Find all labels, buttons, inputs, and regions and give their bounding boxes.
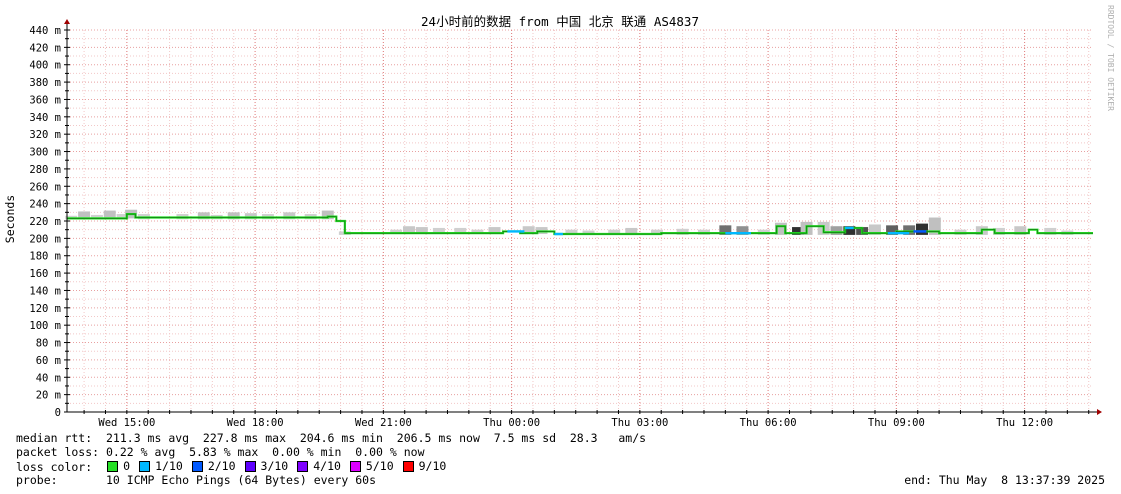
y-tick-label: 100 m (29, 320, 61, 332)
legend-item: 5/10 (349, 459, 394, 473)
probe-info: probe: 10 ICMP Echo Pings (64 Bytes) eve… (16, 473, 377, 487)
y-tick-label: 240 m (29, 199, 61, 211)
x-tick-label: Wed 18:00 (227, 417, 284, 429)
legend-item: 1/10 (139, 459, 183, 473)
y-tick-label: 440 m (29, 25, 61, 37)
x-tick-label: Thu 00:00 (483, 417, 540, 429)
smoke-band (916, 223, 928, 235)
latency-chart: 0 20 m 40 m 60 m 80 m 100 m 120 m 140 m 160 m 180… (3, 5, 1115, 429)
legend-item: 0 (107, 459, 130, 473)
y-axis-arrow (64, 19, 70, 24)
x-tick-label: Wed 15:00 (98, 417, 155, 429)
y-tick-label: 80 m (36, 338, 61, 350)
y-tick-label: 220 m (29, 216, 61, 228)
y-tick-labels: 0 20 m 40 m 60 m 80 m 100 m 120 m 140 m 160 m 180… (29, 25, 61, 419)
y-tick-label: 380 m (29, 77, 61, 89)
legend-label: 9/10 (418, 459, 447, 473)
y-tick-label: 20 m (36, 390, 61, 402)
legend-item: 4/10 (297, 459, 341, 473)
y-tick-label: 340 m (29, 112, 61, 124)
legend-label: 0 (123, 459, 131, 473)
legend-label: 2/10 (207, 459, 236, 473)
smoke-band (830, 226, 843, 235)
y-tick-label: 400 m (29, 60, 61, 72)
chart-title: 24小时前的数据 from 中国 北京 联通 AS4837 (421, 14, 699, 29)
x-tick-label: Thu 12:00 (996, 417, 1053, 429)
end-time: end: Thu May 8 13:37:39 2025 (904, 473, 1105, 487)
y-tick-label: 260 m (29, 181, 61, 193)
y-tick-label: 420 m (29, 42, 61, 54)
y-tick-label: 60 m (36, 355, 61, 367)
legend-item: 3/10 (244, 459, 289, 473)
legend-label: 5/10 (365, 459, 394, 473)
legend-item: 9/10 (402, 459, 447, 473)
legend-label: 4/10 (313, 459, 341, 473)
legend-swatch (349, 460, 361, 472)
legend-swatch (402, 460, 414, 472)
y-tick-label: 320 m (29, 129, 61, 141)
y-tick-label: 300 m (29, 147, 61, 159)
y-tick-label: 0 (55, 407, 61, 419)
legend-item: 2/10 (191, 459, 236, 473)
x-tick-labels: Wed 15:00 Wed 18:00 Wed 21:00 Thu 00:00 Thu … (98, 417, 1053, 429)
legend-swatch (297, 460, 309, 472)
y-tick-label: 140 m (29, 285, 61, 297)
y-tick-label: 40 m (36, 372, 61, 384)
packet-loss-stats: packet loss: 0.22 % avg 5.83 % max 0.00 … (16, 445, 425, 459)
y-tick-label: 200 m (29, 233, 61, 245)
legend-swatch (107, 460, 119, 472)
y-tick-label: 120 m (29, 303, 61, 315)
x-tick-label: Wed 21:00 (355, 417, 412, 429)
median-rtt-stats: median rtt: 211.3 ms avg 227.8 ms max 20… (16, 431, 647, 445)
legend-swatch (139, 460, 151, 472)
loss-color-label: loss color: (16, 459, 93, 474)
y-axis-label: Seconds (3, 195, 17, 243)
y-tick-label: 160 m (29, 268, 61, 280)
y-tick-label: 180 m (29, 251, 61, 263)
legend-swatch (244, 460, 256, 472)
legend-swatch (191, 460, 203, 472)
legend-label: 1/10 (155, 459, 183, 473)
rrdtool-watermark: RRDTOOL / TOBI OETIKER (1106, 5, 1115, 111)
x-tick-label: Thu 09:00 (868, 417, 925, 429)
y-tick-label: 280 m (29, 164, 61, 176)
x-tick-label: Thu 06:00 (740, 417, 797, 429)
x-axis-arrow (1097, 409, 1102, 415)
legend-label: 3/10 (260, 459, 289, 473)
y-tick-label: 360 m (29, 94, 61, 106)
x-tick-label: Thu 03:00 (611, 417, 668, 429)
